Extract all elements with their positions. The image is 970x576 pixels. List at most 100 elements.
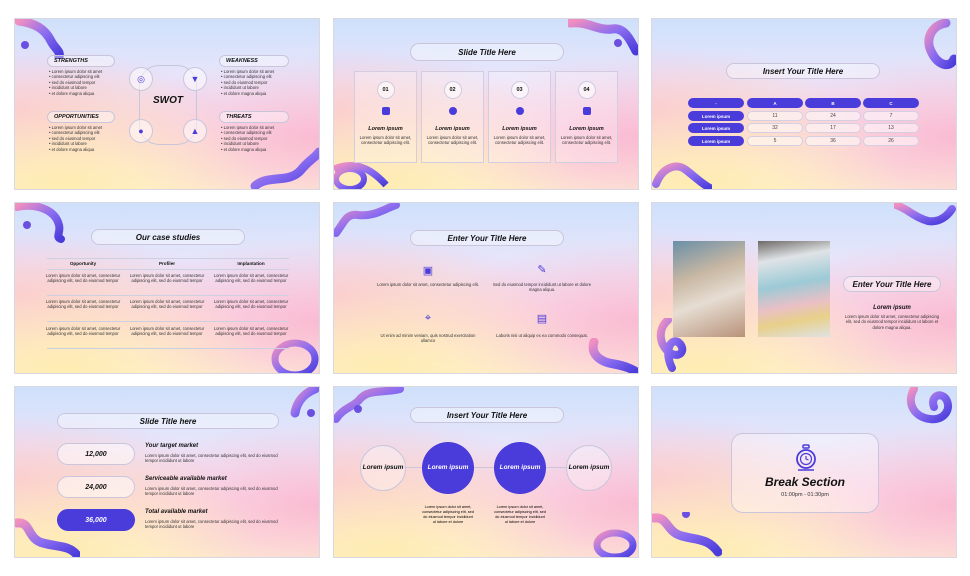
card-title: Lorem ipsum	[435, 126, 470, 132]
timeline-text: Lorem ipsum dolor sit amet, consectetur …	[422, 505, 474, 524]
feature-text: Lorem ipsum dolor sit amet, consectetur …	[377, 282, 479, 287]
feature-text: Sed do eiusmod tempor incididunt ut labo…	[492, 282, 592, 293]
swot-strengths-title: STRENGTHS	[47, 55, 115, 67]
slide-swot[interactable]: STRENGTHS Lorem ipsum dolor sit amet con…	[14, 18, 320, 190]
blob-decoration	[290, 387, 319, 418]
break-title: Break Section	[764, 475, 846, 489]
divider	[47, 348, 289, 349]
document-edit-icon: ▤	[536, 312, 548, 325]
blob-decoration	[15, 19, 64, 59]
blob-decoration	[15, 203, 65, 243]
market-label: Total available market	[145, 509, 208, 515]
bullet: et dolore magna aliqua	[49, 91, 102, 96]
swot-weakness-list: Lorem ipsum dolor sit amet consectetur a…	[221, 69, 275, 96]
thumbs-down-icon: ▼	[183, 67, 207, 91]
market-text: Lorem ipsum dolor sit amet, consectetur …	[145, 519, 278, 530]
card: 01 Lorem ipsum Lorem ipsum dolor sit ame…	[354, 71, 417, 163]
slide-title: Enter Your Title Here	[843, 276, 941, 292]
card-number: 02	[443, 81, 462, 99]
timeline-line	[384, 467, 590, 468]
table-header: -	[688, 98, 744, 108]
table-row-label: Lorem ipsum	[688, 136, 744, 146]
card: 03 Lorem ipsum Lorem ipsum dolor sit ame…	[488, 71, 551, 163]
break-card: Break Section 01:00pm - 01:30pm	[731, 433, 879, 513]
slide-case-studies[interactable]: Our case studies Opportunity Profiler Im…	[14, 202, 320, 374]
photo-planning	[758, 241, 830, 337]
bullet: et dolore magna aliqua	[221, 91, 274, 96]
card-title: Lorem ipsum	[502, 126, 537, 132]
card-text: Lorem ipsum dolor sit amet, consectetur …	[426, 135, 479, 146]
card-text: Lorem ipsum dolor sit amet, consectetur …	[560, 135, 613, 146]
pencil-icon: ✎	[537, 263, 547, 276]
card-number: 04	[577, 81, 596, 99]
column-header: Implantation	[237, 261, 265, 266]
slide-four-cards[interactable]: Slide Title Here 01 Lorem ipsum Lorem ip…	[333, 18, 639, 190]
table-cell: 17	[805, 123, 861, 133]
table-cell: Lorem ipsum dolor sit amet, consectetur …	[45, 273, 121, 284]
card-text: Lorem ipsum dolor sit amet, consectetur …	[359, 135, 412, 146]
slide-table[interactable]: Insert Your Title Here - A B C Lorem ips…	[651, 18, 957, 190]
lightbulb-icon: ●	[129, 119, 153, 143]
blob-decoration	[894, 203, 956, 226]
timeline-node-active: Lorem ipsum	[494, 442, 546, 494]
route-pin-icon: ⌖	[424, 311, 432, 324]
table-cell: 5	[747, 136, 803, 146]
table-cell: 26	[863, 136, 919, 146]
market-text: Lorem ipsum dolor sit amet, consectetur …	[145, 453, 278, 464]
table-cell: 13	[863, 123, 919, 133]
target-icon: ◎	[129, 67, 153, 91]
camera-icon	[381, 107, 390, 115]
timeline-node-active: Lorem ipsum	[422, 442, 474, 494]
slide-market[interactable]: Slide Title here 12,000 Your target mark…	[14, 386, 320, 558]
slide-features[interactable]: Enter Your Title Here ▣ Lorem ipsum dolo…	[333, 202, 639, 374]
slide-title: Slide Title Here	[410, 43, 564, 61]
market-label: Your target market	[145, 443, 199, 449]
slide-photos[interactable]: Enter Your Title Here Lorem ipsum Lorem …	[651, 202, 957, 374]
blob-decoration	[593, 529, 637, 557]
table-cell: Lorem ipsum dolor sit amet, consectetur …	[129, 299, 205, 310]
table-cell: Lorem ipsum dolor sit amet, consectetur …	[45, 326, 121, 337]
blob-decoration	[906, 387, 952, 424]
slide-timeline[interactable]: Insert Your Title Here Lorem ipsum Lorem…	[333, 386, 639, 558]
market-value: 12,000	[57, 443, 135, 465]
table-header: C	[863, 98, 919, 108]
calendar-icon: ▣	[422, 264, 434, 277]
timeline-node: Lorem ipsum	[360, 445, 406, 491]
swot-center-label: SWOT	[153, 95, 183, 106]
divider	[47, 258, 289, 259]
subtitle: Lorem ipsum	[873, 305, 911, 311]
warning-icon: ▲	[183, 119, 207, 143]
slide-title: Slide Title here	[57, 413, 279, 429]
bullet: et dolore magna aliqua	[49, 147, 102, 152]
blob-decoration	[568, 19, 638, 56]
table-cell: Lorem ipsum dolor sit amet, consectetur …	[129, 273, 205, 284]
table-cell: Lorem ipsum dolor sit amet, consectetur …	[213, 273, 289, 284]
blob-decoration	[652, 512, 722, 557]
slide-title: Enter Your Title Here	[410, 230, 564, 246]
table-header: B	[805, 98, 861, 108]
blob-decoration	[652, 162, 712, 189]
card-title: Lorem ipsum	[569, 126, 604, 132]
market-text: Lorem ipsum dolor sit amet, consectetur …	[145, 486, 278, 497]
timeline-node: Lorem ipsum	[566, 445, 612, 491]
blob-decoration	[334, 387, 404, 423]
card-number: 01	[376, 81, 395, 99]
feature-text: Ut enim ad minim veniam, quis nostrud ex…	[380, 333, 476, 344]
table-row-label: Lorem ipsum	[688, 111, 744, 121]
table-cell: 36	[805, 136, 861, 146]
divider	[47, 295, 289, 296]
card-text: Lorem ipsum dolor sit amet, consectetur …	[493, 135, 546, 146]
timeline-text: Lorem ipsum dolor sit amet, consectetur …	[494, 505, 546, 524]
table-row-label: Lorem ipsum	[688, 123, 744, 133]
table-header: A	[747, 98, 803, 108]
slide-title: Our case studies	[91, 229, 245, 245]
divider	[47, 321, 289, 322]
blob-decoration	[334, 203, 400, 237]
slide-title: Insert Your Title Here	[726, 63, 880, 79]
badge-icon	[448, 107, 457, 115]
card: 02 Lorem ipsum Lorem ipsum dolor sit ame…	[421, 71, 484, 163]
break-time: 01:00pm - 01:30pm	[781, 492, 829, 498]
swot-weakness-title: WEAKNESS	[219, 55, 289, 67]
swot-opportunities-title: OPPORTUNITIES	[47, 111, 115, 123]
slide-break[interactable]: Break Section 01:00pm - 01:30pm	[651, 386, 957, 558]
